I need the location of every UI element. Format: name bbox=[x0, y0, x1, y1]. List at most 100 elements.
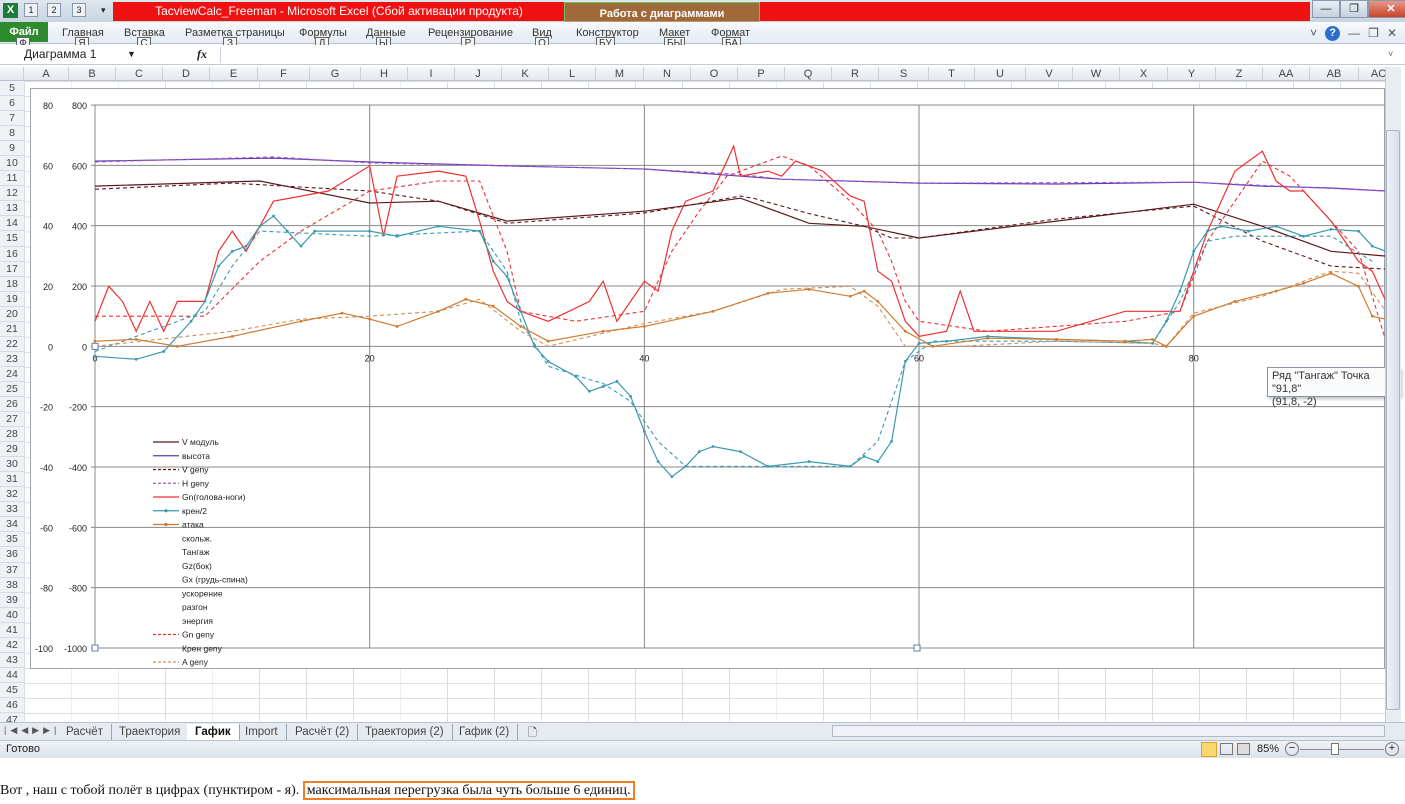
data-point[interactable] bbox=[1274, 289, 1278, 293]
data-point[interactable] bbox=[1329, 271, 1333, 275]
column-header[interactable]: N bbox=[644, 67, 691, 81]
row-header[interactable]: 7 bbox=[0, 111, 24, 127]
data-point[interactable] bbox=[162, 350, 166, 353]
sheet-tab[interactable]: Гафик bbox=[187, 724, 240, 740]
column-header[interactable]: AB bbox=[1310, 67, 1359, 81]
sheet-nav-arrows-icon[interactable]: |◀◀▶▶| bbox=[4, 725, 60, 736]
column-header[interactable]: R bbox=[832, 67, 879, 81]
row-header[interactable]: 39 bbox=[0, 592, 24, 608]
data-point[interactable] bbox=[340, 311, 344, 315]
data-point[interactable] bbox=[986, 336, 990, 340]
data-point[interactable] bbox=[1192, 249, 1196, 253]
data-point[interactable] bbox=[176, 344, 179, 348]
data-point[interactable] bbox=[299, 319, 303, 323]
data-point[interactable] bbox=[711, 309, 715, 313]
column-header[interactable]: H bbox=[361, 67, 408, 81]
zoom-slider[interactable] bbox=[1300, 749, 1384, 750]
column-header[interactable]: Y bbox=[1168, 67, 1216, 81]
data-point[interactable] bbox=[203, 299, 207, 303]
column-header[interactable]: Z bbox=[1216, 67, 1263, 81]
column-header[interactable]: T bbox=[929, 67, 975, 81]
row-header[interactable]: 30 bbox=[0, 457, 24, 473]
data-point[interactable] bbox=[1206, 229, 1209, 233]
data-point[interactable] bbox=[601, 329, 605, 333]
column-header[interactable]: D bbox=[163, 67, 210, 81]
row-header[interactable]: 43 bbox=[0, 652, 24, 668]
selection-handle[interactable] bbox=[91, 342, 99, 350]
data-point[interactable] bbox=[368, 229, 372, 233]
workbook-minimize-icon[interactable]: — bbox=[1348, 26, 1360, 41]
data-point[interactable] bbox=[519, 325, 523, 328]
row-header[interactable]: 25 bbox=[0, 381, 24, 397]
row-header[interactable]: 28 bbox=[0, 427, 24, 443]
row-header[interactable]: 8 bbox=[0, 126, 24, 142]
page-layout-view-icon[interactable] bbox=[1220, 743, 1233, 755]
data-point[interactable] bbox=[1302, 281, 1305, 285]
data-point[interactable] bbox=[505, 274, 509, 278]
row-header[interactable]: 37 bbox=[0, 562, 24, 578]
select-all-corner[interactable] bbox=[0, 67, 24, 81]
data-point[interactable] bbox=[588, 389, 591, 393]
data-point[interactable] bbox=[848, 464, 852, 468]
data-point[interactable] bbox=[436, 309, 440, 313]
legend-marker[interactable] bbox=[164, 509, 168, 513]
data-point[interactable] bbox=[629, 395, 633, 398]
column-header[interactable]: L bbox=[549, 67, 596, 81]
workbook-restore-icon[interactable]: ❐ bbox=[1368, 26, 1379, 41]
vertical-scroll-thumb[interactable] bbox=[1386, 130, 1400, 710]
selection-handle[interactable] bbox=[913, 644, 921, 652]
data-point[interactable] bbox=[258, 224, 262, 228]
row-header[interactable]: 35 bbox=[0, 532, 24, 548]
row-header[interactable]: 26 bbox=[0, 396, 24, 413]
data-point[interactable] bbox=[601, 385, 605, 388]
row-header[interactable]: 22 bbox=[0, 336, 24, 352]
chart[interactable]: 800 80 600 60 400 40 200 20 0 0 -200 -20 -400 -40 -600… bbox=[30, 88, 1388, 670]
row-header[interactable]: 33 bbox=[0, 502, 24, 518]
zoom-slider-thumb[interactable] bbox=[1331, 743, 1339, 755]
close-button[interactable]: ✕ bbox=[1368, 0, 1405, 18]
data-point[interactable] bbox=[230, 249, 234, 253]
data-point[interactable] bbox=[285, 229, 289, 233]
fx-icon[interactable]: fx bbox=[197, 47, 207, 62]
data-point[interactable] bbox=[395, 325, 399, 328]
data-point[interactable] bbox=[890, 439, 893, 443]
data-point[interactable] bbox=[807, 287, 811, 291]
data-point[interactable] bbox=[1357, 229, 1360, 233]
legend-marker[interactable] bbox=[164, 522, 168, 527]
row-header[interactable]: 13 bbox=[0, 201, 24, 217]
row-header[interactable]: 9 bbox=[0, 141, 24, 157]
row-header[interactable]: 19 bbox=[0, 291, 24, 307]
column-header[interactable]: A bbox=[24, 67, 69, 81]
row-header[interactable]: 20 bbox=[0, 306, 24, 322]
row-header[interactable]: 46 bbox=[0, 697, 24, 713]
column-header[interactable]: P bbox=[738, 67, 785, 81]
row-header[interactable]: 16 bbox=[0, 246, 24, 262]
help-icon[interactable]: ? bbox=[1325, 26, 1341, 41]
data-point[interactable] bbox=[464, 297, 468, 301]
data-point[interactable] bbox=[1192, 314, 1196, 318]
data-point[interactable] bbox=[1329, 227, 1333, 231]
data-point[interactable] bbox=[1219, 224, 1223, 228]
column-header[interactable]: M bbox=[596, 67, 644, 81]
column-header[interactable]: J bbox=[455, 67, 502, 81]
column-header[interactable]: K bbox=[502, 67, 549, 81]
horizontal-scrollbar[interactable] bbox=[832, 725, 1385, 737]
data-point[interactable] bbox=[491, 259, 495, 263]
column-header[interactable]: F bbox=[258, 67, 310, 81]
data-point[interactable] bbox=[697, 450, 701, 454]
row-header[interactable]: 42 bbox=[0, 637, 24, 653]
data-point[interactable] bbox=[491, 304, 495, 308]
name-box-dropdown-icon[interactable]: ▼ bbox=[127, 49, 136, 59]
column-header[interactable]: AA bbox=[1263, 67, 1310, 81]
data-point[interactable] bbox=[876, 460, 880, 463]
chart-plot[interactable]: 8008060060400402002000-200-20-400-40-600… bbox=[31, 89, 1388, 670]
data-point[interactable] bbox=[436, 224, 440, 228]
data-point[interactable] bbox=[1274, 224, 1278, 228]
series-line-A geny[interactable] bbox=[94, 270, 1387, 347]
zoom-out-button[interactable]: − bbox=[1285, 742, 1299, 756]
column-header[interactable]: C bbox=[116, 67, 163, 81]
redo-icon[interactable]: 3 bbox=[72, 3, 86, 17]
sheet-tab[interactable]: Траектория (2) bbox=[357, 724, 453, 740]
data-point[interactable] bbox=[848, 294, 852, 298]
data-point[interactable] bbox=[1164, 319, 1168, 323]
